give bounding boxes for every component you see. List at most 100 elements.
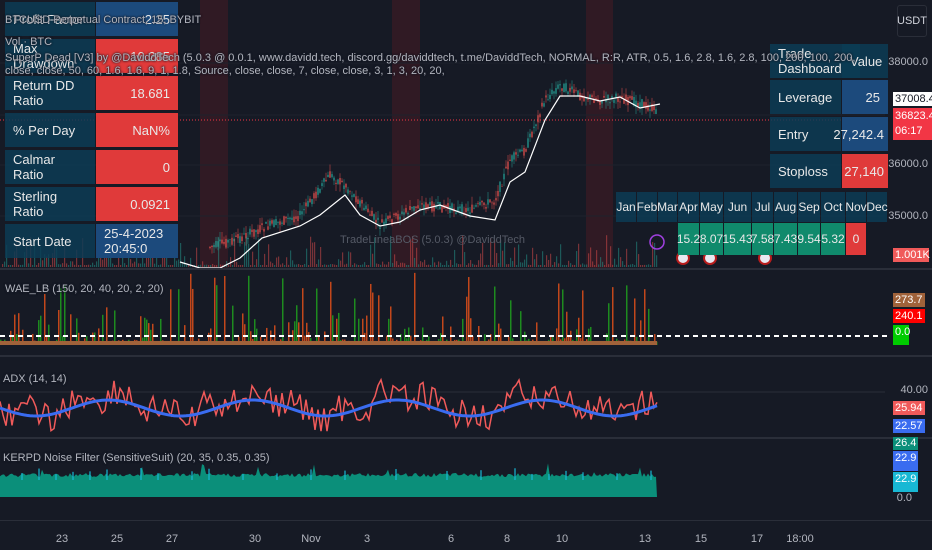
volume-bar bbox=[280, 264, 282, 267]
volume-bar bbox=[478, 260, 480, 267]
volume-bar bbox=[452, 264, 454, 267]
volume-bar bbox=[358, 264, 360, 267]
candle-body bbox=[589, 94, 591, 99]
volume-tag: 1.001K bbox=[893, 248, 930, 262]
adx-legend[interactable]: ADX (14, 14) bbox=[3, 373, 67, 385]
volume-bar bbox=[132, 263, 134, 267]
adx-di-line bbox=[0, 377, 658, 433]
volume-bar bbox=[366, 264, 368, 267]
candle-body bbox=[389, 215, 391, 219]
stoploss-label: Stoploss bbox=[770, 154, 841, 188]
volume-bar bbox=[470, 260, 472, 267]
indicator-legend[interactable]: SuperP Dead [V3] by @DaviddTech (5.0.3 @… bbox=[5, 52, 885, 78]
volume-bar bbox=[566, 264, 568, 267]
candle-body bbox=[311, 199, 313, 205]
volume-bar bbox=[240, 264, 242, 267]
volume-bar bbox=[304, 263, 306, 267]
candle-body bbox=[395, 213, 397, 216]
candle-body bbox=[501, 186, 503, 187]
wae-bar bbox=[224, 276, 226, 345]
pane-separator[interactable] bbox=[0, 355, 932, 357]
volume-bar bbox=[502, 250, 504, 267]
wae-legend[interactable]: WAE_LB (150, 20, 40, 20, 2, 20) bbox=[5, 283, 164, 295]
candle-body bbox=[339, 178, 341, 185]
volume-bar bbox=[448, 264, 450, 267]
volume-bar bbox=[446, 260, 448, 267]
volume-bar bbox=[364, 262, 366, 267]
volume-bar bbox=[506, 264, 508, 267]
volume-bar bbox=[606, 235, 608, 267]
volume-bar bbox=[572, 264, 574, 267]
kerpd-legend[interactable]: KERPD Noise Filter (SensitiveSuit) (20, … bbox=[3, 452, 270, 464]
candle-body bbox=[367, 208, 369, 213]
pane-separator[interactable] bbox=[0, 437, 932, 439]
kerpd-value: 26.4 bbox=[893, 437, 919, 450]
month-value: 7.43 bbox=[774, 223, 797, 255]
volume-bar bbox=[286, 257, 288, 267]
volume-bar bbox=[292, 260, 294, 267]
wae-bar bbox=[332, 315, 334, 345]
volume-bar bbox=[402, 262, 404, 267]
volume-bar bbox=[628, 264, 630, 267]
price-label: 38000.0 bbox=[888, 56, 928, 68]
volume-bar bbox=[576, 251, 578, 267]
stat-value: 0 bbox=[96, 150, 178, 184]
volume-bar bbox=[46, 256, 48, 267]
candle-body bbox=[571, 86, 573, 90]
currency-button[interactable]: USDT bbox=[897, 5, 927, 37]
symbol-legend[interactable]: BTCUSD Perpetual Contract, 15, BYBIT bbox=[5, 14, 201, 26]
candle-body bbox=[495, 198, 497, 201]
volume-bar bbox=[354, 263, 356, 267]
candle-body bbox=[313, 193, 315, 199]
current-price-tag: 36823.4 06:17 bbox=[893, 108, 932, 140]
volume-bar bbox=[268, 244, 270, 267]
volume-legend[interactable]: Vol · BTC bbox=[5, 36, 52, 48]
volume-bar bbox=[400, 262, 402, 267]
countdown: 06:17 bbox=[895, 125, 923, 137]
volume-bar bbox=[548, 259, 550, 267]
volume-bar bbox=[232, 264, 234, 267]
volume-bar bbox=[652, 242, 654, 267]
candle-body bbox=[515, 152, 517, 155]
candle-body bbox=[479, 202, 481, 205]
volume-bar bbox=[626, 248, 628, 267]
volume-bar bbox=[558, 263, 560, 267]
price-label: 35000.0 bbox=[888, 210, 928, 222]
entry-value: 27,242.4 bbox=[833, 117, 888, 151]
entry-label: Entry bbox=[770, 117, 841, 151]
volume-bar bbox=[498, 263, 500, 267]
wae-bar bbox=[242, 313, 244, 345]
month-header: Aug bbox=[774, 192, 797, 222]
candle-body bbox=[591, 95, 593, 98]
wae-bar bbox=[338, 312, 340, 345]
candle-body bbox=[493, 202, 495, 205]
wae-bar bbox=[296, 305, 298, 345]
candle-body bbox=[511, 155, 513, 162]
volume-bar bbox=[282, 263, 284, 267]
candle-body bbox=[459, 206, 461, 209]
volume-bar bbox=[168, 264, 170, 267]
candle-body bbox=[225, 238, 227, 248]
volume-bar bbox=[636, 241, 638, 267]
time-tick: 17 bbox=[750, 533, 764, 545]
wae-bar bbox=[58, 310, 60, 345]
price-label: 36000.0 bbox=[888, 158, 928, 170]
volume-bar bbox=[262, 264, 264, 267]
candle-body bbox=[553, 91, 555, 94]
candle-body bbox=[371, 210, 373, 217]
stat-value: NaN% bbox=[96, 113, 178, 147]
volume-bar bbox=[12, 264, 14, 267]
candle-body bbox=[527, 138, 529, 148]
pane-separator[interactable] bbox=[0, 268, 932, 270]
volume-bar bbox=[638, 254, 640, 267]
time-tick: Nov bbox=[301, 533, 321, 545]
candle-body bbox=[655, 109, 657, 114]
candle-body bbox=[413, 206, 415, 211]
volume-bar bbox=[112, 263, 114, 267]
volume-bar bbox=[642, 264, 644, 267]
volume-bar bbox=[398, 264, 400, 267]
candle-body bbox=[525, 149, 527, 152]
wae-bar bbox=[40, 315, 42, 345]
candle-body bbox=[257, 229, 259, 235]
stat-label: Sterling Ratio bbox=[5, 187, 95, 221]
